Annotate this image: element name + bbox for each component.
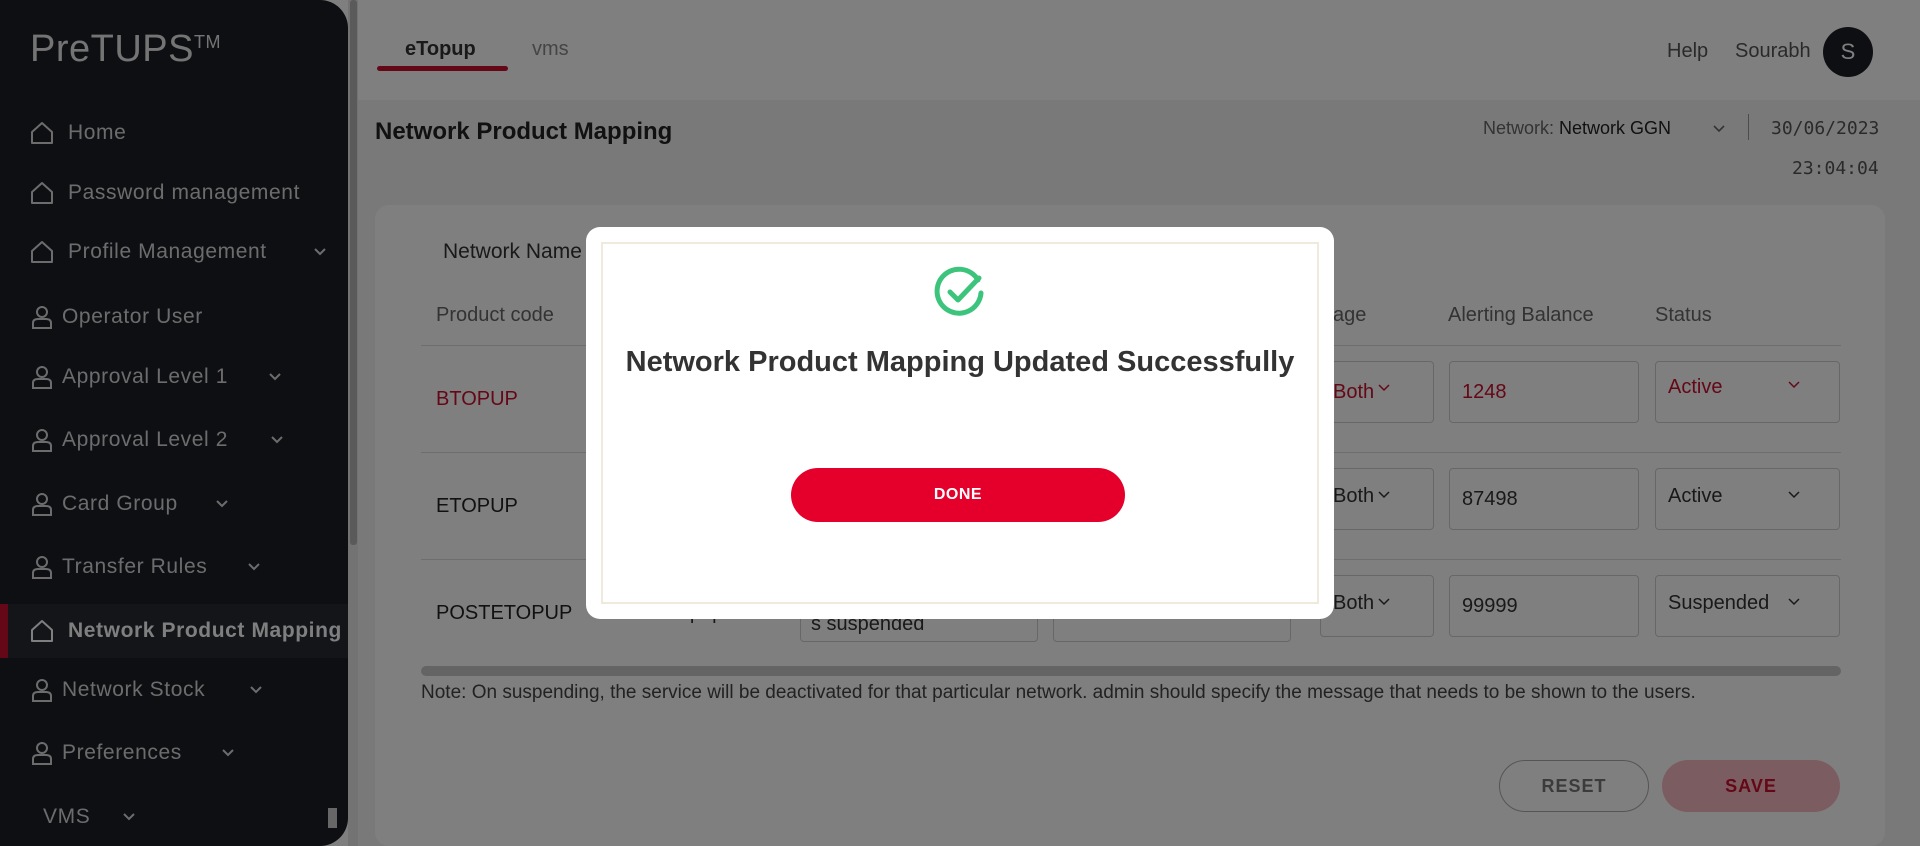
check-circle-icon (934, 266, 984, 316)
dialog-message: Network Product Mapping Updated Successf… (625, 346, 1295, 378)
done-button[interactable]: DONE (791, 468, 1125, 522)
